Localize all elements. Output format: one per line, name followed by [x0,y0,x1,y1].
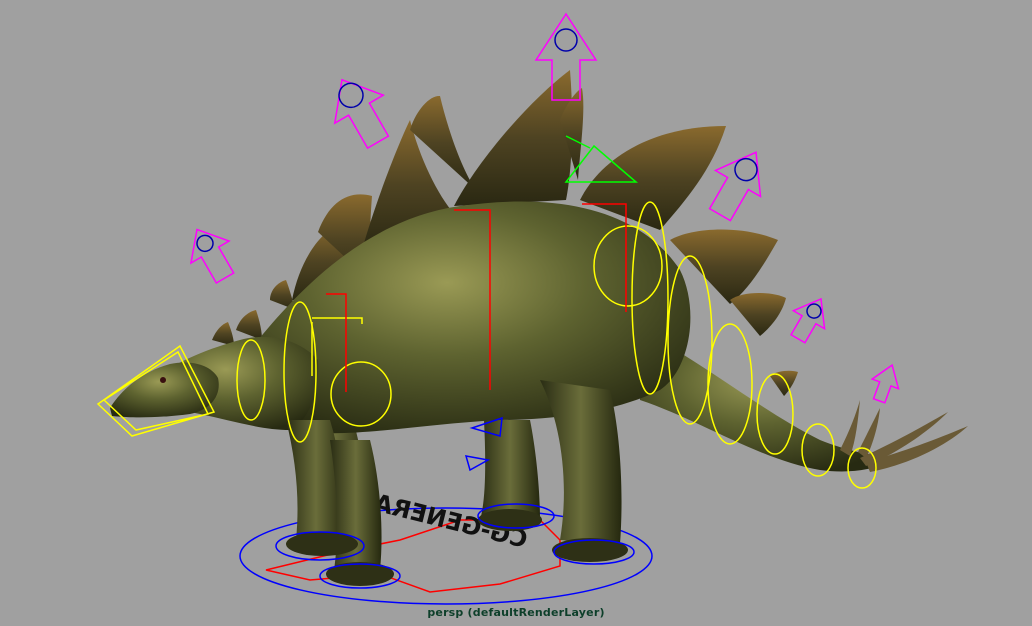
eye [160,377,166,383]
magenta-arrow-control-icon[interactable] [178,218,244,288]
magenta-arrow-control-icon[interactable] [782,290,836,348]
maya-perspective-viewport[interactable]: CG-GENERATION persp (defaultRenderLayer) [0,0,1032,626]
magenta-arrow-control-icon[interactable] [318,66,402,156]
camera-label: persp (defaultRenderLayer) [427,606,605,619]
scene-canvas[interactable]: CG-GENERATION [0,0,1032,626]
magenta-arrow-control-icon[interactable] [866,360,905,405]
